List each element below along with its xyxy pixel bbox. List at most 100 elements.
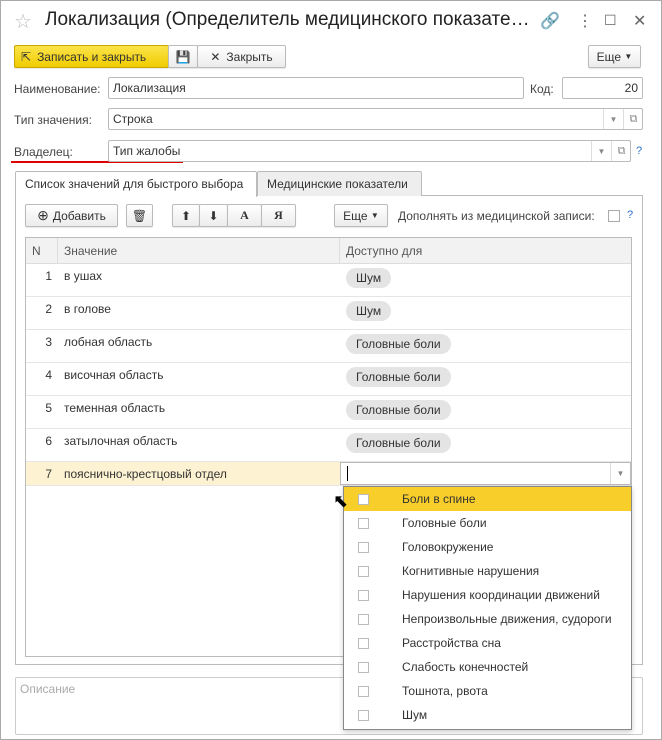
table-row[interactable]: 2 в голове Шум	[26, 297, 631, 330]
item-checkbox[interactable]	[358, 661, 369, 673]
dropdown-item[interactable]: Непроизвольные движения, судороги	[344, 607, 631, 631]
star-icon[interactable]: ☆	[14, 9, 32, 34]
tab-quick-values[interactable]: Список значений для быстрого выбора	[15, 171, 257, 197]
save-and-close-label: Записать и закрыть	[37, 49, 147, 64]
row-number: 5	[45, 401, 52, 415]
list-more-button[interactable]: Еще ▼	[334, 204, 388, 227]
chevron-down-icon[interactable]: ▼	[610, 463, 630, 484]
help-icon[interactable]: ?	[627, 209, 633, 221]
item-label: Когнитивные нарушения	[402, 564, 540, 578]
item-checkbox[interactable]	[358, 637, 369, 649]
item-label: Слабость конечностей	[402, 660, 529, 674]
maximize-icon[interactable]: ☐	[604, 12, 617, 29]
owner-select[interactable]: Тип жалобы ▼ ⧉	[108, 140, 631, 162]
supplement-checkbox[interactable]	[608, 210, 620, 222]
table-row[interactable]: 4 височная область Головные боли	[26, 363, 631, 396]
item-checkbox[interactable]	[358, 613, 369, 625]
row-value[interactable]: в голове	[58, 297, 340, 329]
dropdown-item[interactable]: Слабость конечностей	[344, 655, 631, 679]
row-available[interactable]: Головные боли	[340, 396, 631, 428]
floppy-icon: 💾	[175, 49, 191, 64]
available-tag: Головные боли	[346, 433, 451, 453]
chevron-down-icon[interactable]: ▼	[603, 109, 623, 129]
row-available[interactable]: Шум	[340, 264, 631, 296]
move-down-button[interactable]: ⬇	[199, 204, 228, 227]
row-value[interactable]: теменная область	[58, 396, 340, 428]
open-icon[interactable]: ⧉	[611, 141, 631, 161]
row-available[interactable]: ▼	[340, 462, 631, 485]
sort-asc-button[interactable]: А	[227, 204, 262, 227]
header-value[interactable]: Значение	[58, 238, 340, 264]
dropdown-item[interactable]: Когнитивные нарушения	[344, 559, 631, 583]
table-row[interactable]: 5 теменная область Головные боли	[26, 396, 631, 429]
item-label: Расстройства сна	[402, 636, 501, 650]
open-icon[interactable]: ⧉	[623, 109, 643, 129]
header-n[interactable]: N	[26, 238, 58, 264]
item-checkbox[interactable]	[358, 685, 369, 697]
row-number: 4	[45, 368, 52, 382]
dropdown-item[interactable]: Нарушения координации движений	[344, 583, 631, 607]
link-icon[interactable]: 🔗	[540, 11, 560, 31]
dropdown-item[interactable]: Боли в спине	[344, 487, 631, 511]
chevron-down-icon[interactable]: ▼	[591, 141, 611, 161]
item-checkbox[interactable]	[358, 565, 369, 577]
name-input[interactable]: Локализация	[108, 77, 524, 99]
item-label: Головокружение	[402, 540, 494, 554]
table-row[interactable]: 7 пояснично-крестцовый отдел ▼	[26, 462, 631, 486]
delete-button[interactable]: 🗑	[126, 204, 153, 227]
item-checkbox[interactable]	[358, 517, 369, 529]
available-tag: Головные боли	[346, 334, 451, 354]
code-input[interactable]: 20	[562, 77, 643, 99]
item-checkbox[interactable]	[358, 493, 369, 505]
dropdown-item[interactable]: Головокружение	[344, 535, 631, 559]
row-value[interactable]: пояснично-крестцовый отдел	[58, 462, 340, 485]
close-label: Закрыть	[226, 49, 273, 64]
mouse-cursor-icon: ⬉	[333, 491, 349, 511]
trash-icon: 🗑	[131, 208, 148, 223]
type-value: Строка	[113, 112, 153, 126]
table-row[interactable]: 6 затылочная область Головные боли	[26, 429, 631, 462]
move-up-button[interactable]: ⬆	[172, 204, 200, 227]
dropdown-item[interactable]: Расстройства сна	[344, 631, 631, 655]
row-number: 2	[45, 302, 52, 316]
table-row[interactable]: 1 в ушах Шум	[26, 264, 631, 297]
dropdown-item[interactable]: Тошнота, рвота	[344, 679, 631, 703]
row-available[interactable]: Головные боли	[340, 429, 631, 461]
row-value[interactable]: в ушах	[58, 264, 340, 296]
item-checkbox[interactable]	[358, 709, 369, 721]
sort-desc-button[interactable]: Я	[261, 204, 296, 227]
more-vert-icon[interactable]: ⋮	[577, 11, 593, 31]
row-available[interactable]: Головные боли	[340, 330, 631, 362]
save-and-close-button[interactable]: ⇱ Записать и закрыть	[14, 45, 169, 68]
item-label: Непроизвольные движения, судороги	[402, 612, 612, 626]
dropdown-item[interactable]: Головные боли	[344, 511, 631, 535]
item-checkbox[interactable]	[358, 589, 369, 601]
close-button[interactable]: ✕ Закрыть	[197, 45, 286, 68]
save-button[interactable]: 💾	[168, 45, 198, 68]
list-more-label: Еще	[343, 208, 368, 223]
type-select[interactable]: Строка ▼ ⧉	[108, 108, 643, 130]
arrow-up-icon: ⬆	[180, 208, 192, 223]
tab-medical-indicators[interactable]: Медицинские показатели	[257, 171, 422, 196]
more-button[interactable]: Еще ▼	[588, 45, 641, 68]
row-available[interactable]: Головные боли	[340, 363, 631, 395]
item-checkbox[interactable]	[358, 541, 369, 553]
row-number: 7	[26, 462, 58, 485]
arrow-down-icon: ⬇	[208, 208, 219, 223]
add-button[interactable]: ⊕ Добавить	[25, 204, 118, 227]
x-icon: ✕	[210, 49, 221, 64]
close-icon[interactable]: ✕	[633, 11, 646, 31]
item-label: Тошнота, рвота	[402, 684, 488, 698]
table-row[interactable]: 3 лобная область Головные боли	[26, 330, 631, 363]
item-label: Шум	[402, 708, 428, 722]
dropdown-item[interactable]: Шум	[344, 703, 631, 727]
row-value[interactable]: лобная область	[58, 330, 340, 362]
available-tag: Головные боли	[346, 367, 451, 387]
row-value[interactable]: затылочная область	[58, 429, 340, 461]
help-icon[interactable]: ?	[636, 145, 642, 157]
add-label: Добавить	[52, 208, 106, 223]
row-available[interactable]: Шум	[340, 297, 631, 329]
available-tag: Шум	[346, 301, 392, 321]
header-available[interactable]: Доступно для	[340, 238, 631, 264]
row-value[interactable]: височная область	[58, 363, 340, 395]
